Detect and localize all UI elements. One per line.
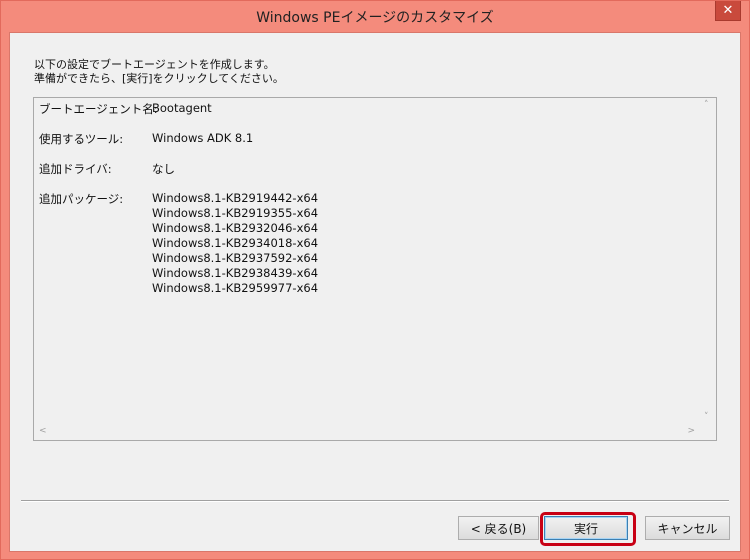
scroll-left-icon[interactable]: < [39, 426, 47, 436]
tool-label: 使用するツール: [39, 132, 124, 146]
summary-panel[interactable]: ブートエージェント名: Bootagent 使用するツール: Windows A… [33, 97, 717, 441]
window-title: Windows PEイメージのカスタマイズ [256, 10, 494, 26]
agent-name-label: ブートエージェント名: [39, 102, 158, 116]
execute-button[interactable]: 実行 [544, 516, 628, 540]
package-list: Windows8.1-KB2919442-x64 Windows8.1-KB29… [152, 191, 318, 296]
package-item: Windows8.1-KB2959977-x64 [152, 281, 319, 295]
dialog-client-area: 以下の設定でブートエージェントを作成します。 準備ができたら、[実行]をクリック… [9, 32, 741, 552]
vertical-scrollbar[interactable]: ˄ ˅ [700, 98, 716, 424]
package-item: Windows8.1-KB2938439-x64 [152, 266, 319, 280]
package-item: Windows8.1-KB2919442-x64 [152, 191, 319, 205]
scroll-up-icon[interactable]: ˄ [704, 100, 709, 110]
close-button[interactable]: ✕ [715, 1, 741, 21]
driver-label: 追加ドライバ: [39, 162, 112, 176]
close-icon: ✕ [722, 3, 734, 18]
horizontal-scrollbar[interactable]: < > [34, 424, 700, 440]
summary-content: ブートエージェント名: Bootagent 使用するツール: Windows A… [34, 98, 700, 424]
instruction-line-1: 以下の設定でブートエージェントを作成します。 [34, 58, 275, 71]
tool-value: Windows ADK 8.1 [152, 131, 254, 145]
title-bar[interactable]: Windows PEイメージのカスタマイズ ✕ [1, 1, 749, 31]
package-item: Windows8.1-KB2937592-x64 [152, 251, 319, 265]
driver-value: なし [152, 162, 175, 176]
separator-line [21, 500, 729, 502]
scroll-down-icon[interactable]: ˅ [704, 412, 709, 422]
instruction-text: 以下の設定でブートエージェントを作成します。 準備ができたら、[実行]をクリック… [34, 58, 284, 86]
scroll-right-icon[interactable]: > [687, 426, 695, 436]
package-item: Windows8.1-KB2919355-x64 [152, 206, 319, 220]
agent-name-value: Bootagent [152, 101, 212, 115]
instruction-line-2: 準備ができたら、[実行]をクリックしてください。 [34, 72, 284, 85]
cancel-button[interactable]: キャンセル [645, 516, 730, 540]
package-item: Windows8.1-KB2934018-x64 [152, 236, 319, 250]
package-item: Windows8.1-KB2932046-x64 [152, 221, 319, 235]
package-label: 追加パッケージ: [39, 192, 124, 206]
scrollbar-corner [700, 424, 716, 440]
dialog-window: Windows PEイメージのカスタマイズ ✕ 以下の設定でブートエージェントを… [0, 0, 750, 560]
back-button[interactable]: < 戻る(B) [458, 516, 539, 540]
